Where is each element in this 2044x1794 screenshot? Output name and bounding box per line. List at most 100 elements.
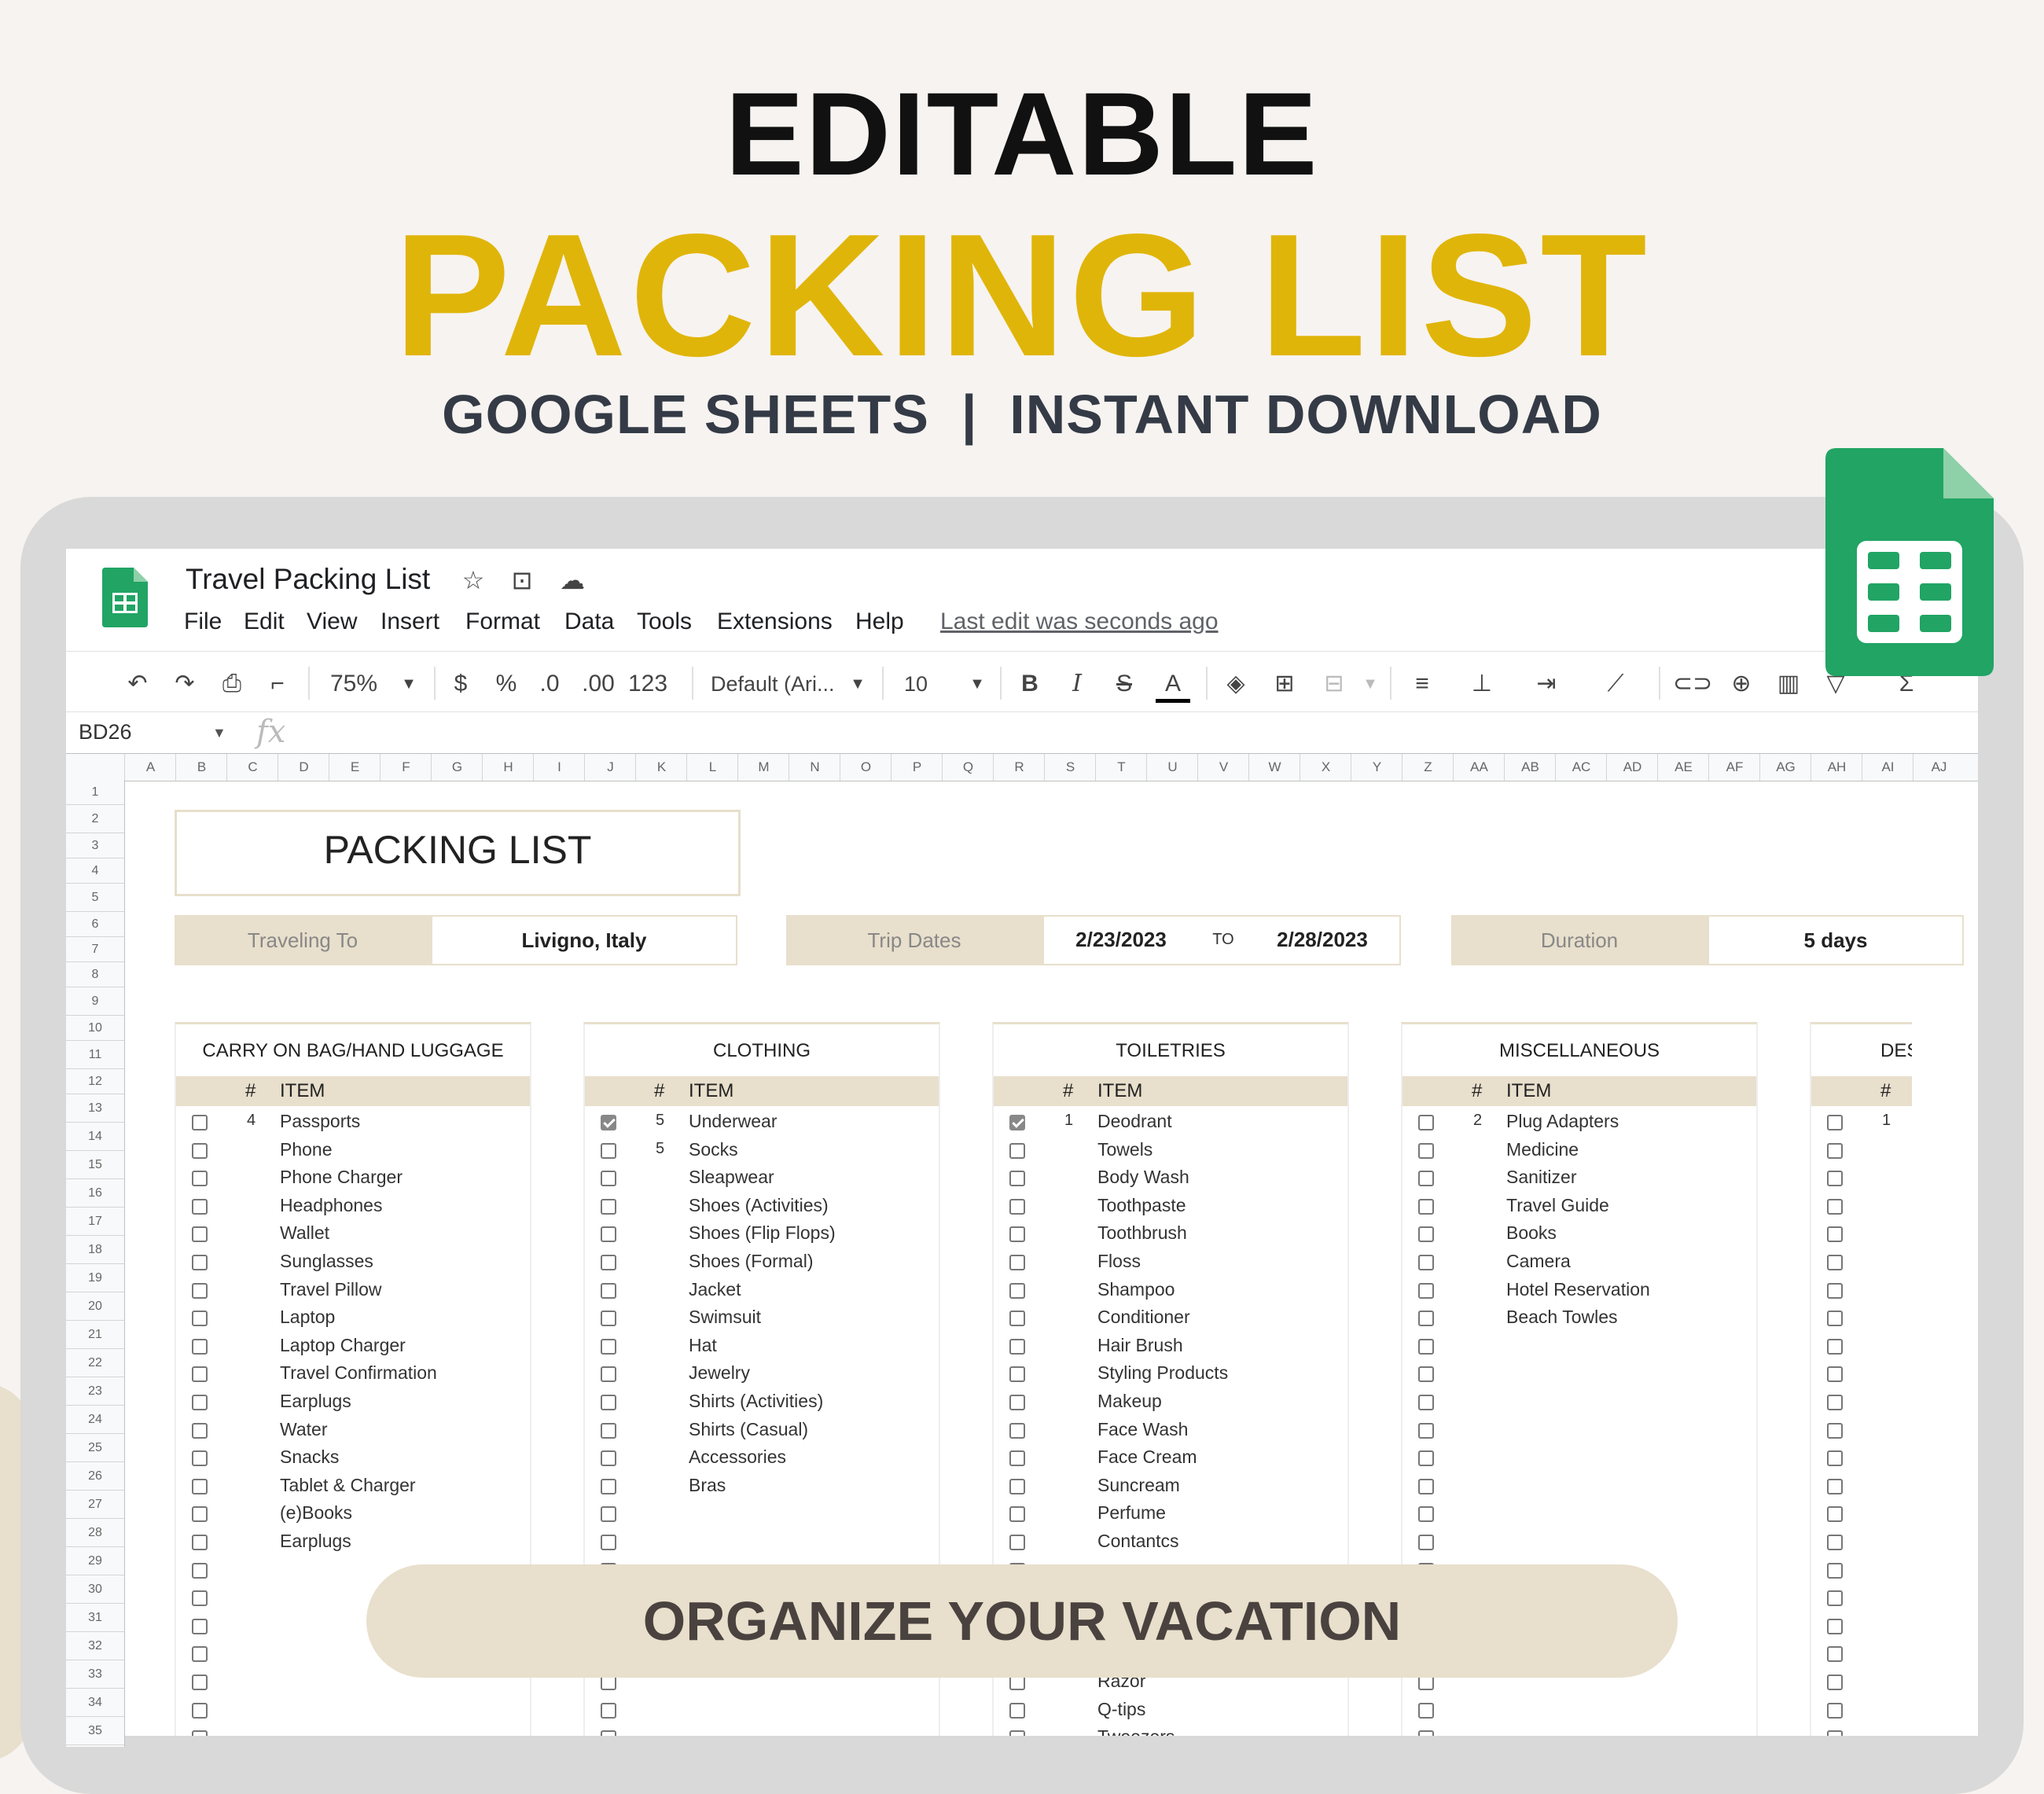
item-name[interactable]: Phone xyxy=(280,1139,333,1160)
item-checkbox[interactable] xyxy=(1009,1226,1025,1243)
item-name[interactable]: Travel Pillow xyxy=(280,1279,382,1300)
item-checkbox[interactable] xyxy=(1418,1142,1434,1159)
item-checkbox[interactable] xyxy=(1418,1730,1434,1736)
item-checkbox[interactable] xyxy=(192,1198,208,1215)
item-checkbox[interactable] xyxy=(192,1618,208,1634)
item-checkbox[interactable] xyxy=(601,1142,616,1159)
item-checkbox[interactable] xyxy=(1827,1730,1843,1736)
item-checkbox[interactable] xyxy=(192,1675,208,1690)
item-checkbox[interactable] xyxy=(1418,1255,1434,1270)
item-name[interactable]: Bras xyxy=(689,1475,726,1496)
item-name[interactable]: Contantcs xyxy=(1097,1531,1179,1552)
item-checkbox[interactable] xyxy=(192,1226,208,1243)
item-name[interactable]: Deodrant xyxy=(1097,1111,1172,1132)
item-checkbox[interactable] xyxy=(601,1506,616,1523)
item-quantity[interactable]: 1 xyxy=(1064,1112,1073,1130)
item-name[interactable]: Books xyxy=(1506,1222,1557,1244)
item-name[interactable]: Face Wash xyxy=(1097,1419,1188,1440)
item-name[interactable]: Body Wash xyxy=(1097,1167,1189,1188)
item-checkbox[interactable] xyxy=(1009,1311,1025,1327)
item-name[interactable]: Headphones xyxy=(280,1195,382,1216)
column-header[interactable]: AJ xyxy=(1913,754,1965,781)
item-name[interactable]: Medicine xyxy=(1506,1139,1579,1160)
item-checkbox[interactable] xyxy=(601,1255,616,1270)
item-checkbox[interactable] xyxy=(1418,1395,1434,1410)
item-checkbox[interactable] xyxy=(192,1450,208,1467)
item-checkbox[interactable] xyxy=(601,1702,616,1719)
item-checkbox[interactable] xyxy=(1418,1338,1434,1355)
item-checkbox[interactable] xyxy=(1827,1171,1843,1187)
item-name[interactable]: Sleapwear xyxy=(689,1167,774,1188)
item-checkbox[interactable] xyxy=(1418,1702,1434,1719)
item-checkbox[interactable] xyxy=(1418,1282,1434,1299)
item-checkbox[interactable] xyxy=(192,1282,208,1299)
item-name[interactable]: Jacket xyxy=(689,1279,741,1300)
item-checkbox[interactable] xyxy=(1009,1478,1025,1494)
item-checkbox[interactable] xyxy=(192,1702,208,1719)
item-name[interactable]: Conditioner xyxy=(1097,1307,1190,1328)
item-checkbox[interactable] xyxy=(1827,1535,1843,1550)
item-checkbox[interactable] xyxy=(1418,1366,1434,1383)
item-checkbox[interactable] xyxy=(1418,1422,1434,1439)
item-name[interactable]: Earplugs xyxy=(280,1391,351,1412)
item-checkbox[interactable] xyxy=(1827,1338,1843,1355)
item-checkbox[interactable] xyxy=(192,1535,208,1550)
item-name[interactable]: Earplugs xyxy=(280,1531,351,1552)
item-name[interactable]: Sunglasses xyxy=(280,1251,373,1272)
item-checkbox[interactable] xyxy=(192,1171,208,1187)
item-checkbox[interactable] xyxy=(1827,1675,1843,1690)
item-checkbox[interactable] xyxy=(1009,1702,1025,1719)
item-checkbox[interactable] xyxy=(1827,1255,1843,1270)
item-checkbox[interactable] xyxy=(192,1646,208,1663)
item-checkbox[interactable] xyxy=(1827,1422,1843,1439)
item-checkbox[interactable] xyxy=(1009,1338,1025,1355)
item-checkbox[interactable] xyxy=(1827,1506,1843,1523)
item-name[interactable]: Shoes (Formal) xyxy=(689,1251,813,1272)
item-name[interactable]: Plug Adapters xyxy=(1506,1111,1619,1132)
item-name[interactable]: Hotel Reservation xyxy=(1506,1279,1650,1300)
item-checkbox[interactable] xyxy=(1009,1142,1025,1159)
item-checkbox[interactable] xyxy=(1418,1226,1434,1243)
item-checkbox[interactable] xyxy=(1009,1198,1025,1215)
item-name[interactable]: Face Cream xyxy=(1097,1447,1197,1468)
item-checkbox[interactable] xyxy=(601,1366,616,1383)
item-checkbox[interactable] xyxy=(1827,1450,1843,1467)
item-checkbox[interactable] xyxy=(601,1422,616,1439)
item-name[interactable]: Suncream xyxy=(1097,1475,1180,1496)
item-name[interactable]: Laptop xyxy=(280,1307,335,1328)
item-name[interactable]: Hat xyxy=(689,1335,717,1356)
item-checkbox[interactable] xyxy=(601,1115,616,1130)
item-name[interactable]: Snacks xyxy=(280,1447,339,1468)
item-checkbox[interactable] xyxy=(1418,1478,1434,1494)
item-name[interactable]: Phone Charger xyxy=(280,1167,403,1188)
item-checkbox[interactable] xyxy=(1009,1255,1025,1270)
item-name[interactable]: Water xyxy=(280,1419,328,1440)
item-name[interactable]: Shoes (Activities) xyxy=(689,1195,829,1216)
item-name[interactable]: Shirts (Casual) xyxy=(689,1419,808,1440)
item-checkbox[interactable] xyxy=(1827,1590,1843,1607)
item-checkbox[interactable] xyxy=(192,1730,208,1736)
item-checkbox[interactable] xyxy=(1827,1702,1843,1719)
item-checkbox[interactable] xyxy=(1827,1478,1843,1494)
item-checkbox[interactable] xyxy=(601,1282,616,1299)
item-checkbox[interactable] xyxy=(192,1115,208,1130)
item-checkbox[interactable] xyxy=(1009,1366,1025,1383)
item-checkbox[interactable] xyxy=(1009,1730,1025,1736)
item-name[interactable]: Passports xyxy=(280,1111,360,1132)
item-name[interactable]: Makeup xyxy=(1097,1391,1162,1412)
item-checkbox[interactable] xyxy=(1418,1506,1434,1523)
item-quantity[interactable]: 5 xyxy=(656,1112,664,1130)
item-name[interactable]: Socks xyxy=(689,1139,738,1160)
item-checkbox[interactable] xyxy=(192,1255,208,1270)
item-checkbox[interactable] xyxy=(1418,1198,1434,1215)
item-checkbox[interactable] xyxy=(192,1506,208,1523)
item-checkbox[interactable] xyxy=(1009,1282,1025,1299)
item-checkbox[interactable] xyxy=(1827,1395,1843,1410)
item-checkbox[interactable] xyxy=(601,1198,616,1215)
item-checkbox[interactable] xyxy=(1418,1115,1434,1130)
item-checkbox[interactable] xyxy=(192,1338,208,1355)
item-checkbox[interactable] xyxy=(601,1395,616,1410)
item-checkbox[interactable] xyxy=(601,1171,616,1187)
item-name[interactable]: Swimsuit xyxy=(689,1307,761,1328)
item-checkbox[interactable] xyxy=(601,1338,616,1355)
